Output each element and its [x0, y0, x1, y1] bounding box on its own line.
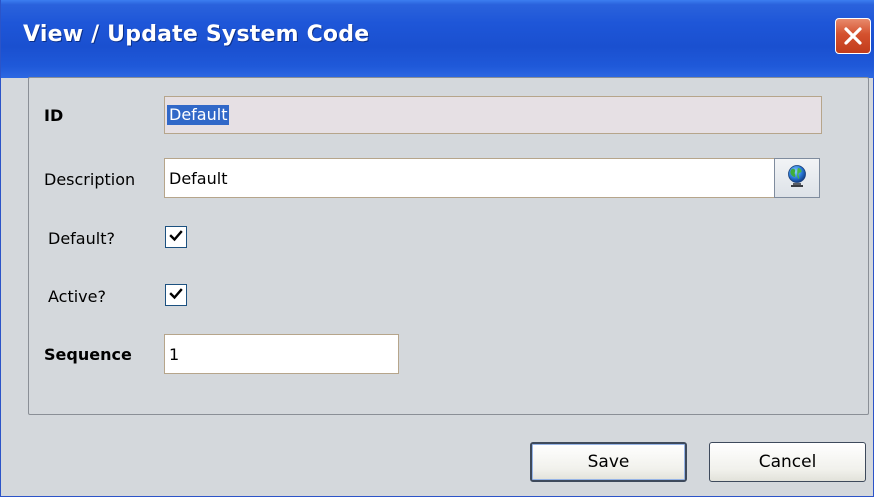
description-label: Description	[44, 170, 136, 189]
default-checkbox[interactable]	[165, 226, 187, 248]
translate-button[interactable]	[774, 158, 820, 198]
active-label: Active?	[48, 287, 106, 306]
checkmark-icon	[169, 286, 183, 305]
id-label: ID	[44, 106, 64, 125]
sequence-value: 1	[169, 344, 180, 364]
default-label: Default?	[48, 229, 115, 248]
globe-icon	[786, 164, 808, 192]
sequence-field[interactable]: 1	[164, 334, 399, 374]
cancel-button[interactable]: Cancel	[709, 442, 866, 482]
sequence-label: Sequence	[44, 345, 132, 364]
description-value: Default	[169, 168, 228, 188]
description-field[interactable]: Default	[164, 158, 775, 198]
title-bar[interactable]: View / Update System Code	[1, 0, 874, 78]
close-icon	[843, 26, 863, 46]
active-checkbox[interactable]	[165, 284, 187, 306]
id-value: Default	[167, 105, 230, 125]
save-button[interactable]: Save	[530, 442, 687, 482]
dialog-window: View / Update System Code ID Default Des…	[0, 0, 874, 497]
close-button[interactable]	[835, 18, 871, 54]
id-field[interactable]: Default	[164, 96, 822, 134]
checkmark-icon	[169, 228, 183, 247]
dialog-title: View / Update System Code	[23, 22, 370, 47]
